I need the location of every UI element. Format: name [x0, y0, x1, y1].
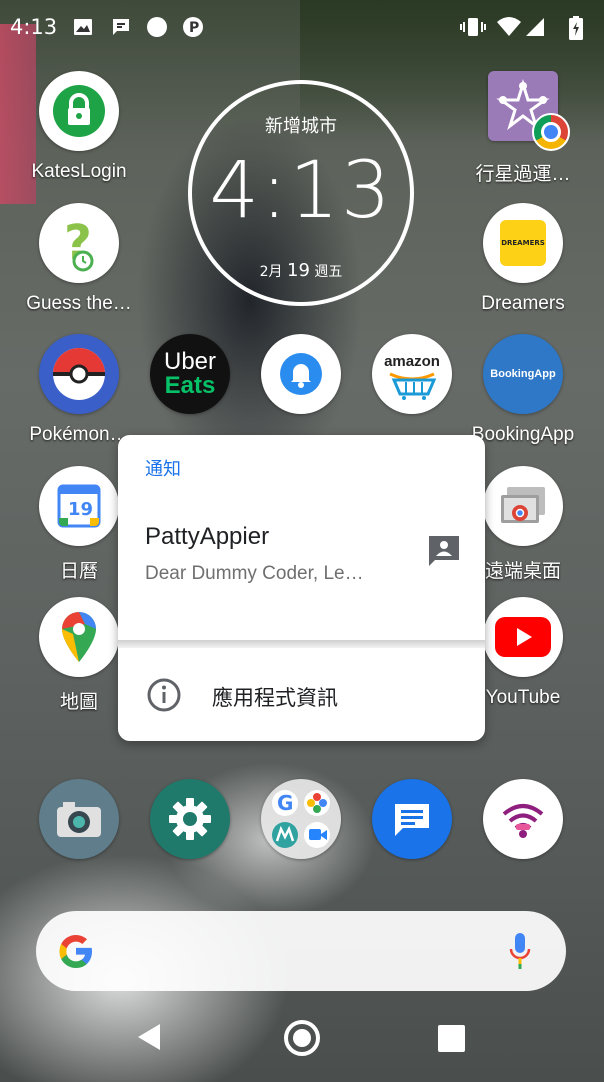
app-shortcut-popup: 通知 PattyAppier Dear Dummy Coder, Le… 應用程… [118, 435, 485, 741]
remote-desktop-icon [483, 466, 563, 546]
clock-city[interactable]: 新增城市 [192, 112, 410, 138]
bookingapp-icon: BookingApp [483, 334, 563, 414]
eats-text: Eats [164, 372, 216, 399]
youtube-icon [483, 597, 563, 677]
dreamers-logo-icon: DREAMERS [483, 203, 563, 283]
wifi-app-icon [483, 779, 563, 859]
google-search-bar[interactable] [36, 911, 566, 991]
bookingapp-icon-text: BookingApp [490, 368, 556, 380]
clock-day: 19 [287, 260, 310, 281]
app-label: 行星過運… [475, 164, 571, 185]
recent-apps-button[interactable] [438, 1025, 465, 1052]
app-uber-eats[interactable]: Uber Eats [130, 334, 250, 414]
app-bookingapp[interactable]: BookingApp BookingApp [463, 334, 583, 446]
app-kateslogin[interactable]: KatesLogin [19, 71, 139, 183]
app-camera[interactable] [19, 779, 139, 859]
camera-icon [39, 779, 119, 859]
message-icon [426, 533, 462, 569]
circle-icon [146, 16, 168, 38]
amazon-text: amazon [384, 352, 440, 370]
popup-header: 通知 [145, 459, 181, 480]
app-label: Dreamers [481, 293, 565, 314]
uber-text: Uber [163, 348, 217, 375]
app-messages[interactable] [352, 779, 472, 859]
chrome-badge-icon [532, 113, 570, 151]
notification-title: PattyAppier [145, 523, 270, 550]
battery-icon [568, 16, 584, 40]
signal-icon [524, 16, 546, 38]
uber-eats-icon: Uber Eats [150, 334, 230, 414]
message-icon [110, 16, 132, 38]
app-pokemon[interactable]: Pokémon… [19, 334, 139, 446]
app-info-label: 應用程式資訊 [212, 686, 338, 710]
app-dreamers[interactable]: DREAMERS Dreamers [463, 203, 583, 315]
messages-icon [372, 779, 452, 859]
app-wifi-tool[interactable] [463, 779, 583, 859]
back-button[interactable] [136, 1022, 162, 1052]
p-icon: P [182, 16, 204, 38]
notification-body: Dear Dummy Coder, Le… [145, 563, 364, 584]
status-bar: 4:13 P [0, 0, 604, 56]
kateslogin-lock-icon [39, 71, 119, 151]
status-time: 4:13 [10, 15, 58, 39]
vibrate-icon [460, 16, 486, 38]
calendar-icon: 19 [39, 466, 119, 546]
app-guess[interactable]: ? Guess the… [19, 203, 139, 315]
clock-widget[interactable]: 新增城市 4:13 2月 19 週五 [188, 80, 414, 306]
maps-pin-icon [39, 597, 119, 677]
svg-text:19: 19 [68, 499, 93, 520]
dreamers-logo-text: DREAMERS [501, 239, 545, 247]
svg-text:P: P [189, 20, 199, 36]
planet-star-icon [488, 71, 570, 151]
bell-icon [261, 334, 341, 414]
clock-date: 2月 19 週五 [192, 260, 410, 281]
question-mark-icon: ? [39, 203, 119, 283]
wifi-icon [497, 16, 521, 38]
settings-icon [150, 779, 230, 859]
app-google-folder[interactable]: G [241, 779, 361, 859]
app-label: KatesLogin [31, 161, 127, 182]
pokeball-icon [39, 334, 119, 414]
clock-time: 4:13 [209, 146, 393, 236]
amazon-icon: amazon [372, 334, 452, 414]
app-planet-transit[interactable]: 行星過運… [463, 71, 583, 186]
popup-divider [118, 640, 485, 648]
google-logo-icon [56, 931, 96, 971]
app-amazon[interactable]: amazon [352, 334, 472, 414]
svg-text:G: G [277, 791, 293, 815]
microphone-icon[interactable] [508, 931, 532, 971]
app-settings[interactable] [130, 779, 250, 859]
info-icon [146, 677, 182, 713]
google-folder-icon: G [261, 779, 341, 859]
app-label: Guess the… [26, 293, 132, 314]
home-button[interactable] [283, 1019, 321, 1057]
clock-weekday: 週五 [314, 264, 343, 280]
image-icon [72, 16, 94, 38]
clock-month: 2月 [259, 264, 283, 280]
app-notify-bell[interactable] [241, 334, 361, 414]
